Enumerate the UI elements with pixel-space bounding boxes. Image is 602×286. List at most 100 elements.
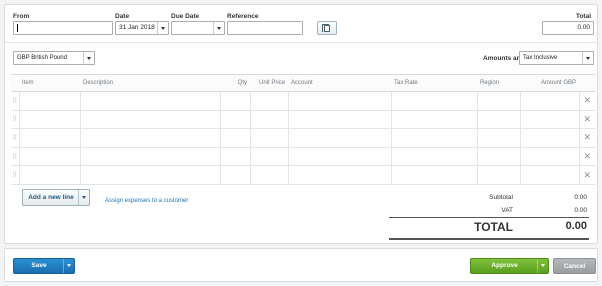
account-cell[interactable] [287,110,391,130]
tax-rate-cell[interactable] [390,110,477,130]
vat-label: VAT [501,207,513,214]
table-header: Item Description Qty Unit Price Account … [11,74,595,92]
column-header: Qty [220,74,250,92]
divider [389,238,589,240]
column-header: Account [288,74,391,92]
invoice-form: From Date 31 Jan 2018 Due Date Reference… [4,4,598,244]
approve-button[interactable]: Approve [470,258,549,274]
subtotal-label: Subtotal [489,194,513,201]
region-cell[interactable] [476,128,520,148]
divider [389,217,589,218]
amount-cell[interactable] [519,91,579,111]
tax-rate-cell[interactable] [390,128,477,148]
item-cell[interactable] [18,147,80,167]
chevron-down-icon[interactable] [157,22,168,34]
cancel-button[interactable]: Cancel [553,258,596,274]
amounts-select[interactable]: Tax Inclusive [519,51,594,65]
item-cell[interactable] [18,110,80,130]
table-row: ⠿ ✕ [11,147,595,167]
date-value: 31 Jan 2018 [119,24,155,31]
drag-handle-icon[interactable]: ⠿ [11,165,19,185]
close-icon[interactable]: ✕ [578,128,595,148]
table-row: ⠿ ✕ [11,165,595,185]
chevron-down-icon[interactable] [537,259,548,273]
account-cell[interactable] [287,147,391,167]
copy-icon [322,24,330,32]
chevron-down-icon[interactable] [83,52,94,64]
due-date-picker[interactable] [171,21,225,35]
add-line-button[interactable]: Add a new line [22,189,90,206]
reference-input[interactable] [227,21,303,35]
description-cell[interactable] [79,91,220,111]
item-cell[interactable] [18,128,80,148]
column-header: Amount GBP [520,74,579,92]
chevron-down-icon[interactable] [213,22,224,34]
account-cell[interactable] [287,165,391,185]
chevron-down-icon[interactable] [78,190,89,205]
unit-price-cell[interactable] [249,147,288,167]
region-cell[interactable] [476,147,520,167]
drag-handle-icon[interactable]: ⠿ [11,91,19,111]
add-line-label: Add a new line [28,194,74,201]
table-row: ⠿ ✕ [11,110,595,130]
tax-rate-cell[interactable] [390,147,477,167]
drag-handle-icon[interactable]: ⠿ [11,128,19,148]
close-icon[interactable]: ✕ [578,147,595,167]
region-cell[interactable] [476,110,520,130]
amount-cell[interactable] [519,147,579,167]
description-cell[interactable] [79,128,220,148]
account-cell[interactable] [287,91,391,111]
qty-cell[interactable] [219,128,250,148]
qty-cell[interactable] [219,110,250,130]
save-label: Save [31,262,47,269]
amount-cell[interactable] [519,165,579,185]
close-icon[interactable]: ✕ [578,91,595,111]
tax-rate-cell[interactable] [390,91,477,111]
account-cell[interactable] [287,128,391,148]
save-button[interactable]: Save [13,258,75,274]
unit-price-cell[interactable] [249,165,288,185]
drag-handle-icon[interactable]: ⠿ [11,147,19,167]
assign-expenses-link[interactable]: Assign expenses to a customer [105,198,188,204]
amounts-value: Tax Inclusive [523,55,558,61]
column-header: Description [80,74,220,92]
qty-cell[interactable] [219,91,250,111]
unit-price-cell[interactable] [249,91,288,111]
total-label: Total [575,13,591,20]
qty-cell[interactable] [219,147,250,167]
approve-label: Approve [491,262,518,269]
drag-handle-icon[interactable]: ⠿ [11,110,19,130]
amount-cell[interactable] [519,110,579,130]
description-cell[interactable] [79,110,220,130]
table-row: ⠿ ✕ [11,91,595,111]
chevron-down-icon[interactable] [582,52,593,64]
divider [5,42,597,43]
amount-cell[interactable] [519,128,579,148]
item-cell[interactable] [18,165,80,185]
reference-label: Reference [227,13,259,20]
total-field: 0.00 [542,21,594,35]
item-cell[interactable] [18,91,80,111]
date-picker[interactable]: 31 Jan 2018 [115,21,169,35]
description-cell[interactable] [79,147,220,167]
currency-select[interactable]: GBP British Pound [13,51,95,65]
vat-value: 0.00 [574,207,587,214]
total-value-large: 0.00 [565,220,587,232]
unit-price-cell[interactable] [249,110,288,130]
tax-rate-cell[interactable] [390,165,477,185]
chevron-down-icon[interactable] [63,259,74,273]
column-header: Item [19,74,80,92]
subtotal-value: 0.00 [574,194,587,201]
unit-price-cell[interactable] [249,128,288,148]
region-cell[interactable] [476,165,520,185]
copy-button[interactable] [317,21,337,35]
close-icon[interactable]: ✕ [578,165,595,185]
from-label: From [13,13,30,20]
region-cell[interactable] [476,91,520,111]
close-icon[interactable]: ✕ [578,110,595,130]
from-input[interactable] [13,21,113,35]
column-header: Region [477,74,520,92]
description-cell[interactable] [79,165,220,185]
due-date-label: Due Date [171,13,200,20]
qty-cell[interactable] [219,165,250,185]
